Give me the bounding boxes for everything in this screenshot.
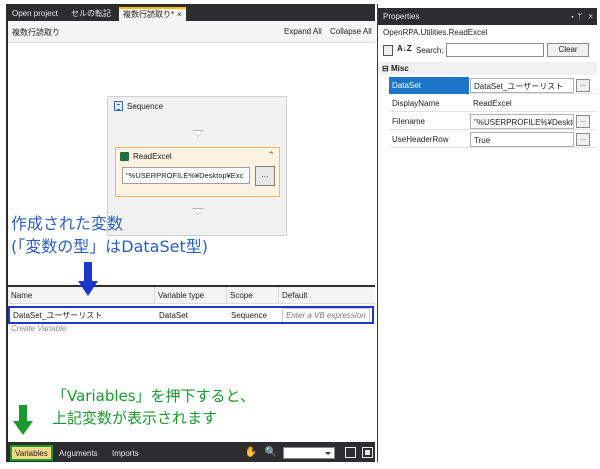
sequence-label: Sequence (127, 101, 164, 111)
breadcrumb[interactable]: 複数行読取り (12, 27, 60, 38)
tab-multi-row-read[interactable]: 複数行読取り* × (119, 7, 186, 21)
variables-table-header: Name Variable type Scope Default (8, 287, 375, 304)
property-edit-button[interactable]: ... (576, 79, 590, 92)
property-edit-button[interactable]: ... (576, 133, 590, 146)
pin-icon[interactable]: ▾ ᛘ (570, 8, 582, 25)
filename-input[interactable]: "%USERPROFILE%¥Desktop¥Exc (122, 167, 250, 184)
property-name[interactable]: DataSet (389, 77, 469, 94)
property-name[interactable]: DisplayName (389, 95, 469, 112)
drop-target-arrow-icon[interactable] (192, 208, 204, 215)
alphabetical-sort-icon[interactable]: A↓Z (397, 44, 412, 53)
annotation-variable-shown: 上記変数が表示されます (52, 409, 218, 427)
property-value-input[interactable]: DataSet_ユーザーリスト (470, 78, 574, 93)
readexcel-title: ReadExcel (120, 152, 172, 161)
collapse-category-icon[interactable]: ⊟ (382, 64, 389, 73)
document-tab-bar: Open project セルの転記 複数行読取り* × (6, 4, 375, 21)
properties-titlebar: Properties ▾ ᛘ × (378, 8, 597, 25)
excel-icon (120, 152, 129, 161)
properties-title: Properties (383, 12, 420, 21)
drop-target-arrow-icon[interactable] (192, 130, 204, 137)
browse-button[interactable]: ... (255, 166, 275, 186)
tab-multi-row-read-label: 複数行読取り* (123, 10, 175, 19)
readexcel-activity[interactable]: ReadExcel ⌃ "%USERPROFILE%¥Desktop¥Exc .… (115, 147, 280, 197)
tab-imports[interactable]: Imports (112, 447, 139, 461)
clear-button[interactable]: Clear (547, 43, 589, 57)
magnifier-icon[interactable]: 🔍 (264, 446, 278, 460)
search-label: Search: (416, 46, 444, 55)
annotation-variable-type: (「変数の型」はDataSet型) (11, 237, 208, 256)
property-name[interactable]: UseHeaderRow (389, 131, 469, 148)
overview-map-icon[interactable] (362, 447, 373, 458)
property-edit-button[interactable]: ... (576, 115, 590, 128)
property-row-displayname[interactable]: DisplayName ReadExcel (389, 95, 597, 112)
categorized-view-icon[interactable] (383, 45, 393, 56)
property-value-input[interactable]: True (470, 132, 574, 147)
down-arrow-icon (78, 262, 98, 298)
hand-icon[interactable]: ✋ (244, 446, 258, 460)
property-value-input[interactable]: ReadExcel (470, 96, 574, 111)
down-arrow-icon (13, 405, 33, 437)
tab-open-project[interactable]: Open project (8, 7, 62, 21)
variable-row-highlight-box (8, 306, 374, 324)
search-input[interactable] (446, 43, 544, 57)
sequence-icon (114, 101, 123, 111)
sequence-title: Sequence (114, 101, 163, 111)
column-scope[interactable]: Scope (226, 287, 278, 304)
annotation-created-variable: 作成された変数 (11, 214, 124, 233)
tab-cell-transfer[interactable]: セルの転記 (67, 7, 115, 21)
property-name[interactable]: Filename (389, 113, 469, 130)
zoom-dropdown[interactable] (283, 447, 335, 459)
designer-bottom-bar: Variables Arguments Imports ✋ 🔍 (8, 444, 375, 462)
tab-arguments[interactable]: Arguments (59, 447, 98, 461)
annotation-press-variables: 「Variables」を押下すると、 (52, 387, 255, 405)
readexcel-label: ReadExcel (133, 152, 172, 161)
property-row-filename[interactable]: Filename "%USERPROFILE%¥Deskto ... (389, 113, 597, 130)
designer-header: 複数行読取り Expand All Collapse All (8, 21, 375, 43)
collapse-all-button[interactable]: Collapse All (330, 27, 372, 36)
category-label: Misc (390, 64, 409, 73)
property-row-dataset[interactable]: DataSet DataSet_ユーザーリスト ... (389, 77, 597, 94)
selected-activity-type: OpenRPA.Utilities.ReadExcel (383, 28, 488, 37)
close-icon[interactable]: × (177, 10, 182, 19)
fit-to-screen-icon[interactable] (345, 447, 356, 458)
create-variable-link[interactable]: Create Variable (11, 324, 66, 333)
column-variable-type[interactable]: Variable type (154, 287, 226, 304)
chevron-up-icon[interactable]: ⌃ (267, 150, 275, 161)
property-row-useheaderrow[interactable]: UseHeaderRow True ... (389, 131, 597, 148)
properties-panel: Properties ▾ ᛘ × OpenRPA.Utilities.ReadE… (377, 4, 597, 462)
category-misc[interactable]: ⊟ Misc (378, 62, 597, 75)
properties-toolbar: A↓Z Search: Clear (378, 42, 597, 62)
tab-variables[interactable]: Variables (10, 445, 53, 461)
column-default[interactable]: Default (278, 287, 375, 304)
property-value-input[interactable]: "%USERPROFILE%¥Deskto (470, 114, 574, 129)
close-icon[interactable]: × (588, 8, 593, 25)
sequence-activity[interactable]: Sequence ReadExcel ⌃ "%USERPROFILE%¥Desk… (107, 96, 287, 236)
expand-all-button[interactable]: Expand All (284, 27, 322, 36)
